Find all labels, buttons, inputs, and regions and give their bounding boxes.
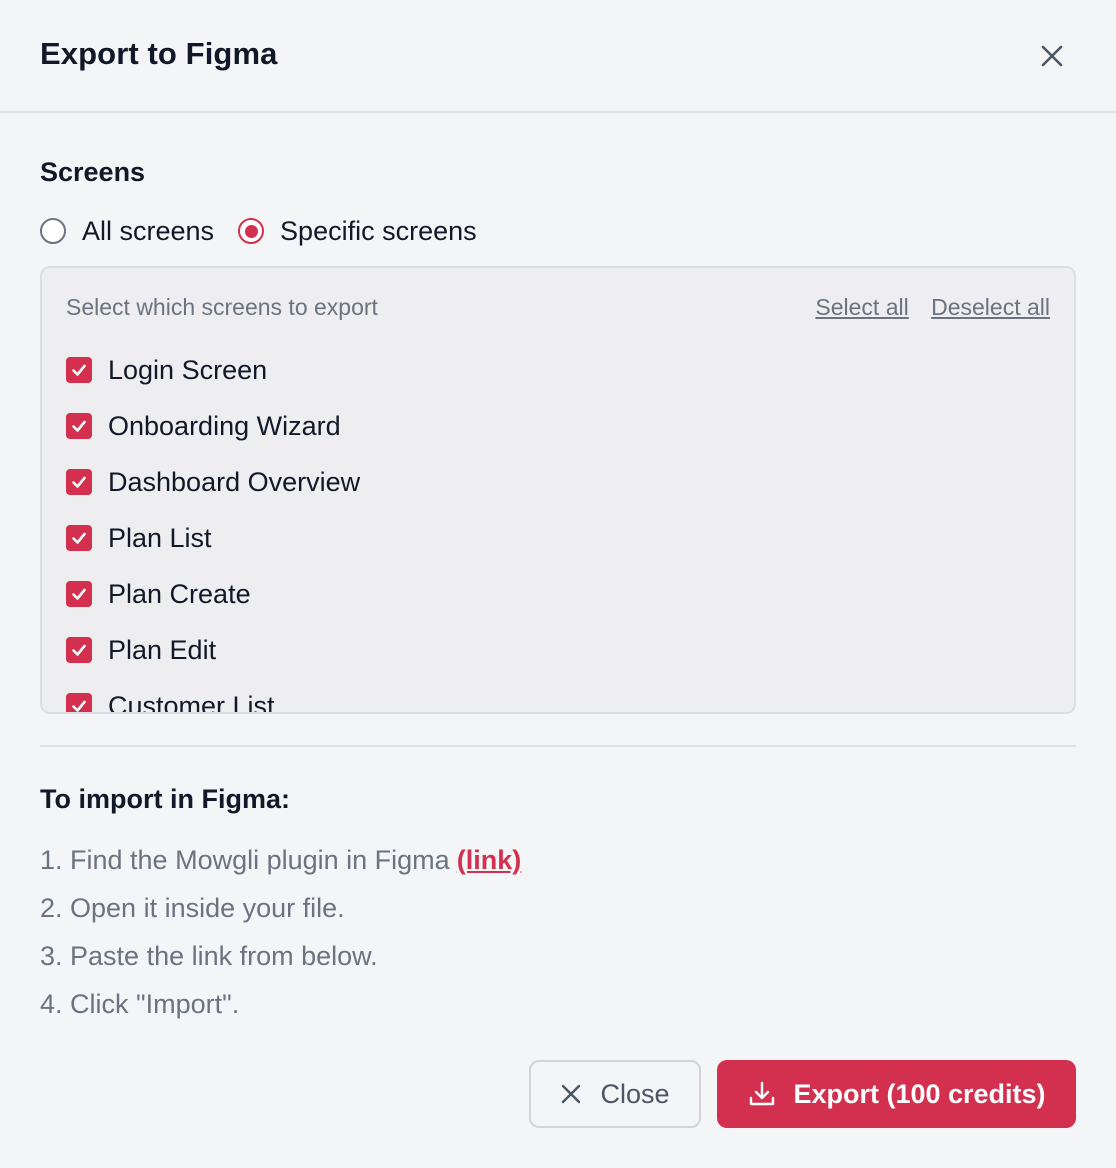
checkbox-checked[interactable] [66,525,92,551]
dialog-title: Export to Figma [40,36,278,71]
close-button[interactable]: Close [529,1060,701,1128]
step-text: 4. Click "Import". [40,988,240,1019]
step-text: 1. Find the Mowgli plugin in Figma [40,844,450,875]
radio-specific-screens[interactable]: Specific screens [238,216,477,247]
import-step: 2. Open it inside your file. [40,884,521,932]
import-title: To import in Figma: [40,784,290,814]
export-dialog: Export to Figma Screens All screens Spec… [0,0,1116,1168]
screen-item[interactable]: Dashboard Overview [66,454,360,510]
screen-item-label: Dashboard Overview [108,466,361,497]
checkbox-checked[interactable] [66,413,92,439]
screen-item-label: Plan List [108,522,212,553]
screen-item-label: Plan Edit [108,634,217,665]
radio-label: Specific screens [280,215,477,246]
import-steps: 1. Find the Mowgli plugin in Figma (link… [40,836,521,1028]
screen-item-label: Customer List [108,690,275,714]
radio-label: All screens [82,215,215,246]
screens-items: Login Screen Onboarding Wizard Dashboard O… [66,342,360,714]
screen-item[interactable]: Plan List [66,510,360,566]
screen-item[interactable]: Onboarding Wizard [66,398,360,454]
close-icon[interactable] [1036,40,1068,72]
list-actions: Select all Deselect all [815,294,1050,321]
screen-item-label: Login Screen [108,354,268,385]
screen-item-label: Plan Create [108,578,251,609]
close-button-label: Close [600,1078,670,1109]
screens-radio-group: All screens Specific screens [40,212,477,250]
checkbox-checked[interactable] [66,357,92,383]
screens-list[interactable]: Select which screens to export Select al… [40,266,1076,714]
screen-item[interactable]: Login Screen [66,342,360,398]
step-text: 3. Paste the link from below. [40,940,378,971]
dialog-header: Export to Figma [0,0,1116,113]
select-all-link[interactable]: Select all [815,294,908,320]
deselect-all-link[interactable]: Deselect all [931,294,1050,320]
export-button-label: Export (100 credits) [793,1078,1046,1109]
screen-item[interactable]: Plan Create [66,566,360,622]
close-icon [560,1083,582,1105]
screen-item[interactable]: Customer List [66,678,360,714]
checkbox-checked[interactable] [66,581,92,607]
download-icon [747,1079,777,1109]
import-step: 3. Paste the link from below. [40,932,521,980]
export-button[interactable]: Export (100 credits) [717,1060,1076,1128]
step-text: 2. Open it inside your file. [40,892,345,923]
screen-item-label: Onboarding Wizard [108,410,341,441]
plugin-link[interactable]: (link) [457,845,522,876]
import-step: 4. Click "Import". [40,980,521,1028]
divider [40,745,1076,747]
list-header: Select which screens to export [66,294,378,320]
screen-item[interactable]: Plan Edit [66,622,360,678]
radio-button[interactable] [40,218,66,244]
screens-label: Screens [40,157,146,187]
checkbox-checked[interactable] [66,693,92,712]
checkbox-checked[interactable] [66,637,92,663]
import-step: 1. Find the Mowgli plugin in Figma (link… [40,836,521,884]
checkbox-checked[interactable] [66,469,92,495]
radio-button-checked[interactable] [238,218,265,244]
radio-all-screens[interactable]: All screens [40,216,214,247]
